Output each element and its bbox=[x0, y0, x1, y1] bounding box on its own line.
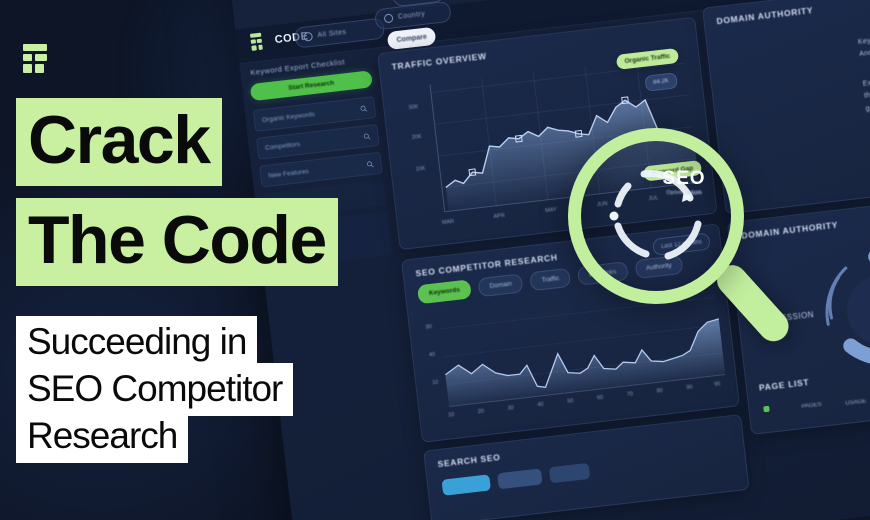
traffic-overview-panel: TRAFFIC OVERVIEW 30K 20K 10K MAR APR MAY… bbox=[377, 16, 718, 251]
panel-title: SEARCH SEO bbox=[437, 451, 502, 470]
info-paragraph-top: Keyword MetricsAnd Usage bbox=[857, 33, 870, 59]
promo-banner: Dashboard Overview Reports Keywords Back… bbox=[0, 0, 870, 520]
search-icon bbox=[360, 105, 368, 112]
headline-line-1: Crack bbox=[16, 98, 222, 186]
tag-pill[interactable] bbox=[497, 468, 543, 490]
legend-item-pages bbox=[763, 405, 770, 413]
subtitle-line-2: SEO Competitor bbox=[16, 363, 294, 417]
y-tick: 20K bbox=[411, 133, 423, 141]
x-tick: 40 bbox=[537, 401, 544, 409]
y-tick: 30K bbox=[408, 104, 419, 112]
start-research-label: Start Research bbox=[288, 79, 335, 92]
code-logo-mark-icon bbox=[249, 32, 269, 51]
info-paragraph-body: Explore the best Content to compare the … bbox=[862, 67, 870, 113]
x-tick: JUL bbox=[648, 195, 659, 203]
tag-pill[interactable] bbox=[441, 474, 491, 496]
domain-authority-panel: DOMAIN AUTHORITY AUDIT RESULTS 800 SESSI… bbox=[726, 189, 870, 435]
badge-label: Keyword Gap bbox=[651, 164, 694, 177]
site-selector-label: All Sites bbox=[317, 28, 347, 40]
subtitle-line-3: Research bbox=[16, 410, 189, 464]
panel-title: DOMAIN AUTHORITY bbox=[716, 5, 814, 27]
feature-info-panel: DOMAIN AUTHORITY Keyword MetricsAnd Usag… bbox=[701, 0, 870, 215]
x-tick: 80 bbox=[656, 387, 664, 395]
x-tick: 50 bbox=[567, 398, 574, 405]
globe-icon bbox=[303, 31, 314, 42]
tag-pill[interactable] bbox=[548, 462, 591, 484]
competitor-research-panel: SEO COMPETITOR RESEARCH Last 12 months K… bbox=[400, 223, 740, 443]
value-badge-label: 84.2K bbox=[652, 78, 670, 86]
sidebar-item-label: New Features bbox=[267, 167, 309, 180]
x-tick: 20 bbox=[477, 408, 485, 416]
x-tick: 30 bbox=[507, 405, 515, 412]
x-tick: JUN bbox=[596, 200, 608, 209]
badge-label: Organic Traffic bbox=[624, 52, 671, 66]
y-tick: 80 bbox=[425, 323, 433, 331]
subtitle-line-1: Succeeding in bbox=[16, 316, 258, 370]
y-tick: 10K bbox=[415, 165, 426, 173]
country-selector-label: Country bbox=[397, 10, 426, 21]
headline-line-2: The Code bbox=[16, 198, 338, 286]
x-tick: 70 bbox=[626, 391, 634, 398]
sidebar-item-label: Organic Keywords bbox=[261, 110, 316, 124]
search-icon bbox=[366, 160, 374, 167]
sidebar-item-label: Competitors bbox=[264, 140, 301, 152]
x-tick: 10 bbox=[447, 411, 455, 419]
brand-logo-mark-icon[interactable] bbox=[18, 42, 52, 76]
y-tick: 40 bbox=[428, 351, 436, 359]
compare-label: Compare bbox=[396, 33, 428, 44]
search-icon bbox=[363, 133, 371, 139]
x-tick: APR bbox=[493, 212, 506, 221]
x-tick: 90 bbox=[686, 384, 693, 392]
y-tick: 10 bbox=[431, 379, 439, 387]
research-chart bbox=[440, 296, 726, 408]
x-tick: 60 bbox=[596, 394, 604, 402]
x-tick: 95 bbox=[714, 381, 721, 388]
chevron-down-icon bbox=[383, 13, 394, 24]
